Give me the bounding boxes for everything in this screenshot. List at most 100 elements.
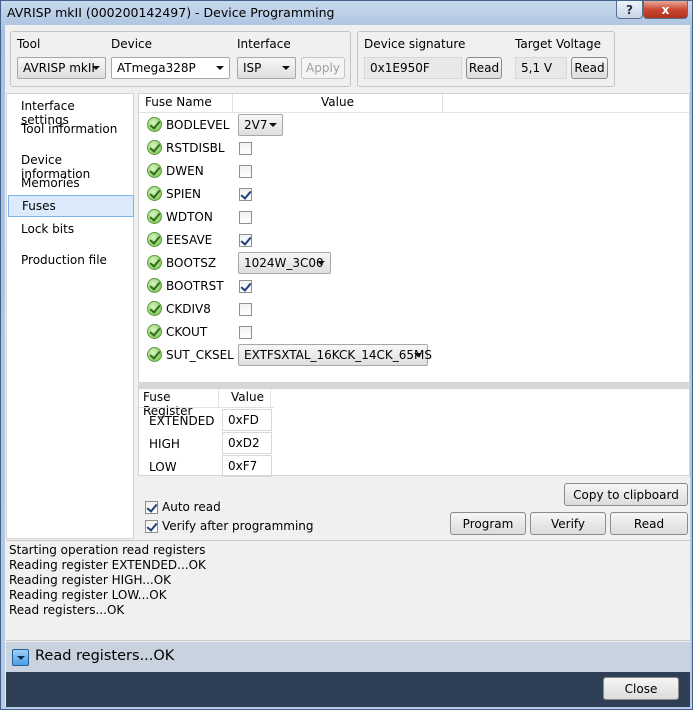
register-name: HIGH	[149, 437, 180, 451]
voltage-value: 5,1 V	[515, 57, 567, 79]
log-line: Reading register EXTENDED...OK	[9, 558, 206, 572]
chevron-down-icon	[414, 353, 422, 357]
interface-select[interactable]: ISP	[237, 57, 296, 79]
sut-cksel-value: EXTFSXTAL_16KCK_14CK_65MS	[244, 348, 433, 362]
bodlevel-select[interactable]: 2V7	[238, 114, 283, 136]
device-label: Device	[111, 37, 153, 51]
fuse-name-header[interactable]: Fuse Name	[139, 94, 233, 112]
device-select[interactable]: ATmega328P	[111, 57, 230, 79]
sidebar-item-memories[interactable]: Memories	[8, 173, 134, 195]
log-line: Read registers...OK	[9, 603, 125, 617]
ok-icon	[147, 255, 162, 270]
ok-icon	[147, 301, 162, 316]
bootsz-select[interactable]: 1024W_3C00	[238, 252, 331, 274]
low-register-input[interactable]: 0xF7	[222, 455, 272, 477]
ckdiv8-checkbox[interactable]	[239, 303, 252, 316]
fuse-row-spien: SPIEN	[139, 183, 689, 206]
sidebar-item-fuses[interactable]: Fuses	[8, 195, 134, 217]
verify-button[interactable]: Verify	[530, 512, 606, 535]
sidebar-item-lock-bits[interactable]: Lock bits	[8, 219, 134, 241]
sidebar-item-interface-settings[interactable]: Interface settings	[8, 96, 134, 127]
program-button[interactable]: Program	[450, 512, 526, 535]
auto-read-label[interactable]: Auto read	[162, 500, 221, 514]
rstdisbl-checkbox[interactable]	[239, 142, 252, 155]
chevron-down-icon	[216, 66, 224, 70]
eesave-checkbox[interactable]	[239, 234, 252, 247]
interface-label: Interface	[237, 37, 291, 51]
read-button[interactable]: Read	[610, 512, 688, 535]
sidebar-item-production-file[interactable]: Production file	[8, 250, 134, 272]
fuse-row-rstdisbl: RSTDISBL	[139, 137, 689, 160]
help-button[interactable]: ?	[616, 1, 643, 19]
help-icon: ?	[626, 2, 633, 17]
fuse-row-bootrst: BOOTRST	[139, 275, 689, 298]
copy-to-clipboard-button[interactable]: Copy to clipboard	[564, 483, 688, 506]
register-name: EXTENDED	[149, 414, 215, 428]
wdton-checkbox[interactable]	[239, 211, 252, 224]
sidebar-item-tool-information[interactable]: Tool information	[8, 119, 134, 141]
log-line: Reading register LOW...OK	[9, 588, 167, 602]
fuse-row-sut-cksel: SUT_CKSEL EXTFSXTAL_16KCK_14CK_65MS	[139, 344, 689, 367]
tool-select[interactable]: AVRISP mkII	[17, 57, 106, 79]
fuse-table: Fuse Name Value BODLEVEL 2V7 RSTDISBL DW…	[138, 93, 690, 383]
voltage-read-button[interactable]: Read	[571, 57, 608, 79]
fuse-name: SPIEN	[166, 187, 201, 201]
chevron-down-icon	[317, 261, 325, 265]
fuse-row-ckout: CKOUT	[139, 321, 689, 344]
status-text: Read registers...OK	[35, 648, 175, 664]
ok-icon	[147, 117, 162, 132]
fuse-register-table: Fuse Register Value EXTENDED 0xFD HIGH 0…	[138, 388, 690, 477]
register-value-header[interactable]: Value	[219, 389, 271, 407]
chevron-down-icon	[92, 66, 100, 70]
fuse-name: EESAVE	[166, 233, 213, 247]
bootsz-value: 1024W_3C00	[244, 256, 324, 270]
chevron-down-icon	[282, 66, 290, 70]
log-line: Reading register HIGH...OK	[9, 573, 172, 587]
ok-icon	[147, 140, 162, 155]
fuse-register-header[interactable]: Fuse Register	[139, 389, 219, 418]
log-line: Starting operation read registers	[9, 543, 206, 557]
ok-icon	[147, 186, 162, 201]
signature-group: Device signature 0x1E950F Read Target Vo…	[357, 31, 615, 87]
sidebar-item-device-information[interactable]: Device information	[8, 150, 134, 181]
close-button[interactable]: Close	[603, 677, 679, 700]
fuse-row-bootsz: BOOTSZ 1024W_3C00	[139, 252, 689, 275]
bodlevel-value: 2V7	[244, 118, 268, 132]
high-register-input[interactable]: 0xD2	[222, 432, 272, 454]
fuse-name: RSTDISBL	[166, 141, 225, 155]
register-name: LOW	[149, 460, 177, 474]
bootrst-checkbox[interactable]	[239, 280, 252, 293]
tool-group: Tool AVRISP mkII Device ATmega328P Inter…	[10, 31, 351, 87]
auto-read-checkbox[interactable]	[145, 501, 158, 514]
apply-button[interactable]: Apply	[301, 57, 345, 79]
dialog-client: Tool AVRISP mkII Device ATmega328P Inter…	[5, 25, 690, 707]
chevron-down-icon	[269, 123, 277, 127]
fuse-name: CKOUT	[166, 325, 208, 339]
spien-checkbox[interactable]	[239, 188, 252, 201]
voltage-label: Target Voltage	[515, 37, 601, 51]
sidebar-nav: Interface settings Tool information Devi…	[6, 93, 134, 539]
fuse-name: CKDIV8	[166, 302, 211, 316]
window-close-button[interactable]: x	[643, 1, 688, 19]
extended-register-input[interactable]: 0xFD	[222, 409, 272, 431]
ok-icon	[147, 278, 162, 293]
sut-cksel-select[interactable]: EXTFSXTAL_16KCK_14CK_65MS	[238, 344, 432, 366]
dialog-footer: Close	[6, 672, 690, 707]
title-bar[interactable]: AVRISP mkII (000200142497) - Device Prog…	[1, 1, 692, 25]
ckout-checkbox[interactable]	[239, 326, 252, 339]
interface-select-value: ISP	[243, 61, 262, 75]
expand-log-button[interactable]	[12, 649, 29, 666]
dwen-checkbox[interactable]	[239, 165, 252, 178]
verify-after-programming-checkbox[interactable]	[145, 520, 158, 533]
signature-read-button[interactable]: Read	[466, 57, 502, 79]
verify-after-programming-label[interactable]: Verify after programming	[162, 519, 314, 533]
fuse-row-dwen: DWEN	[139, 160, 689, 183]
fuse-row-bodlevel: BODLEVEL 2V7	[139, 114, 689, 137]
action-panel: Auto read Verify after programming Copy …	[138, 477, 690, 539]
fuse-name: DWEN	[166, 164, 204, 178]
fuse-name: WDTON	[166, 210, 213, 224]
ok-icon	[147, 347, 162, 362]
window-title: AVRISP mkII (000200142497) - Device Prog…	[7, 5, 335, 20]
fuse-value-header[interactable]: Value	[233, 94, 443, 112]
fuse-row-eesave: EESAVE	[139, 229, 689, 252]
